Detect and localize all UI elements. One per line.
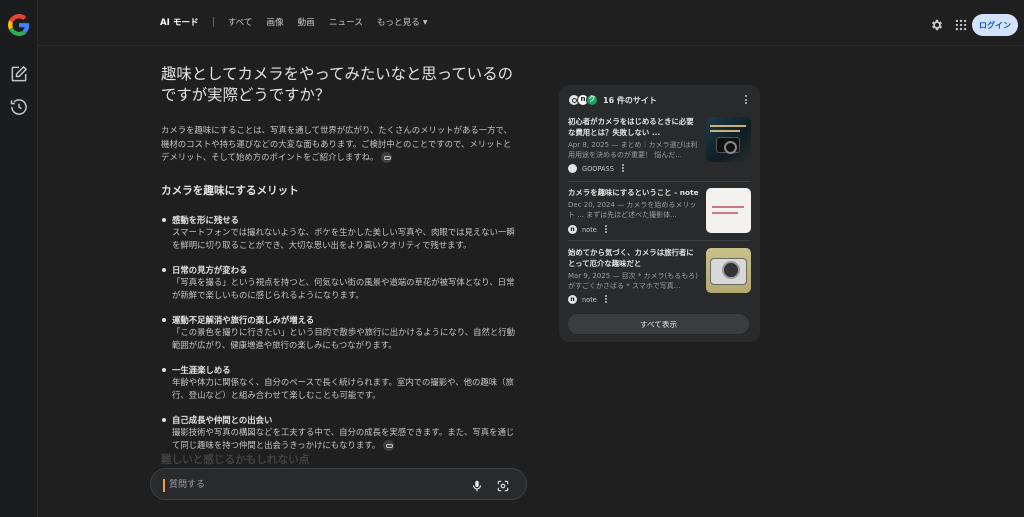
- tab-ai-mode[interactable]: AI モード: [160, 16, 199, 28]
- source-site: n note: [568, 295, 607, 304]
- merit-list: 感動を形に残せる スマートフォンでは撮れないような、ボケを生かした美しい写真や、…: [161, 214, 516, 453]
- source-title: 始めてから気づく、カメラは旅行者にとって厄介な趣味だと: [568, 248, 694, 268]
- ask-input[interactable]: [169, 477, 459, 493]
- left-rail: [0, 0, 38, 517]
- tab-news[interactable]: ニュース: [329, 16, 363, 28]
- source-card[interactable]: 始めてから気づく、カメラは旅行者にとって厄介な趣味だと Mar 9, 2025 …: [568, 247, 751, 309]
- tab-all[interactable]: すべて: [228, 16, 253, 28]
- tab-more[interactable]: もっと見る ▼: [377, 16, 428, 28]
- source-site: n note: [568, 225, 607, 234]
- merit-title: 感動を形に残せる: [172, 214, 239, 225]
- divider: [568, 181, 751, 182]
- ai-answer: 趣味としてカメラをやってみたいなと思っているのですが実際どうですか？ カメラを趣…: [161, 64, 516, 464]
- site-favicon-icon: ク: [586, 94, 598, 106]
- search-mode-tabs: AI モード すべて 画像 動画 ニュース もっと見る ▼: [160, 16, 441, 28]
- source-thumbnail: [706, 188, 751, 233]
- merit-title: 日常の見方が変わる: [172, 264, 248, 275]
- merit-body: スマートフォンでは撮れないような、ボケを生かした美しい写真や、肉眼では見えない一…: [172, 226, 515, 251]
- more-options-icon[interactable]: [604, 295, 607, 304]
- show-all-button[interactable]: すべて表示: [568, 314, 749, 334]
- source-title: 初心者がカメラをはじめるときに必要な費用とは？失敗しない ...: [568, 117, 694, 137]
- more-options-icon[interactable]: [604, 225, 607, 234]
- merit-body: 「写真を撮る」という視点を持つと、何気ない街の風景や道端の草花が被写体となり、日…: [172, 276, 515, 301]
- chevron-down-icon: ▼: [422, 18, 428, 26]
- merit-title: 自己成長や仲間との出会い: [172, 414, 273, 425]
- section-heading: カメラを趣味にするメリット: [161, 184, 299, 197]
- merit-body: 撮影技術や写真の構図などを工夫する中で、自分の成長を実感できます。また、写真を通…: [172, 426, 516, 453]
- source-title: カメラを趣味にするということ - note: [568, 188, 699, 197]
- source-thumbnail: [706, 117, 751, 162]
- source-text: 始めてから気づく、カメラは旅行者にとって厄介な趣味だと Mar 9, 2025 …: [568, 247, 700, 291]
- source-thumbnail: [706, 248, 751, 293]
- answer-intro-text: カメラを趣味にすることは、写真を通して世界が広がり、たくさんのメリットがある一方…: [161, 125, 512, 162]
- source-site-name: note: [582, 295, 597, 304]
- login-button[interactable]: ログイン: [972, 14, 1018, 36]
- top-bar: AI モード すべて 画像 動画 ニュース もっと見る ▼ ログイン: [38, 0, 1024, 46]
- answer-intro: カメラを趣味にすることは、写真を通して世界が広がり、たくさんのメリットがある一方…: [161, 124, 516, 165]
- source-text: 初心者がカメラをはじめるときに必要な費用とは？失敗しない ... Apr 8, …: [568, 116, 700, 160]
- tab-images[interactable]: 画像: [266, 16, 283, 28]
- text-cursor: [163, 479, 165, 492]
- google-logo-icon[interactable]: [8, 14, 30, 36]
- list-item: 感動を形に残せる スマートフォンでは撮れないような、ボケを生かした美しい写真や、…: [161, 214, 516, 253]
- source-snippet: Apr 8, 2025 — まとめ｜カメラ選びは利用用途を決めるのが重要！ 悩ん…: [568, 141, 698, 159]
- merit-body: 年齢や体力に関係なく、自分のペースで長く続けられます。室内での撮影や、他の趣味（…: [172, 376, 514, 401]
- link-icon[interactable]: [383, 440, 395, 451]
- tab-more-label: もっと見る: [376, 18, 420, 28]
- source-site-name: GOOPASS: [582, 164, 614, 173]
- divider: [568, 240, 751, 241]
- source-snippet: Dec 20, 2024 — カメラを始めるメリット ... まずは先ほど述べた…: [568, 201, 697, 219]
- settings-gear-icon[interactable]: [930, 17, 944, 31]
- note-favicon-icon: n: [568, 225, 577, 234]
- sources-header[interactable]: n ク 16 件のサイト: [568, 94, 657, 106]
- question-heading: 趣味としてカメラをやってみたいなと思っているのですが実際どうですか？: [161, 65, 513, 104]
- link-icon[interactable]: [381, 152, 393, 163]
- source-text: カメラを趣味にするということ - note Dec 20, 2024 — カメラ…: [568, 187, 700, 220]
- source-site: GOOPASS: [568, 164, 624, 173]
- list-item: 運動不足解消や旅行の楽しみが増える 「この景色を撮りに行きたい」という目的で散歩…: [161, 314, 516, 353]
- new-chat-icon[interactable]: [9, 64, 29, 84]
- apps-grid-icon[interactable]: [954, 17, 968, 31]
- tab-divider: [212, 17, 214, 27]
- faded-next-heading: 難しいと感じるかもしれない点: [161, 454, 310, 466]
- goopass-favicon-icon: [568, 164, 577, 173]
- list-item: 自己成長や仲間との出会い 撮影技術や写真の構図などを工夫する中で、自分の成長を実…: [161, 414, 516, 453]
- merit-title: 運動不足解消や旅行の楽しみが増える: [172, 314, 315, 325]
- merit-body-text: 撮影技術や写真の構図などを工夫する中で、自分の成長を実感できます。また、写真を通…: [172, 426, 515, 451]
- list-item: 日常の見方が変わる 「写真を撮る」という視点を持つと、何気ない街の風景や道端の草…: [161, 264, 516, 303]
- more-options-icon[interactable]: [621, 164, 624, 173]
- source-site-name: note: [582, 225, 597, 234]
- more-options-icon[interactable]: [745, 95, 748, 105]
- source-count: 16 件のサイト: [603, 95, 657, 105]
- merit-title: 一生涯楽しめる: [172, 364, 231, 375]
- ask-box[interactable]: [150, 468, 527, 500]
- sources-panel: n ク 16 件のサイト 初心者がカメラをはじめるときに必要な費用とは？失敗しな…: [559, 85, 760, 342]
- history-icon[interactable]: [9, 97, 29, 117]
- merit-body: 「この景色を撮りに行きたい」という目的で散歩や旅行に出かけるようになり、自然と行…: [172, 326, 516, 351]
- source-card[interactable]: 初心者がカメラをはじめるときに必要な費用とは？失敗しない ... Apr 8, …: [568, 116, 751, 178]
- microphone-icon[interactable]: [470, 478, 484, 492]
- note-favicon-icon: n: [568, 295, 577, 304]
- list-item: 一生涯楽しめる 年齢や体力に関係なく、自分のペースで長く続けられます。室内での撮…: [161, 364, 516, 403]
- camera-lens-icon[interactable]: [496, 478, 510, 492]
- tab-videos[interactable]: 動画: [298, 16, 315, 28]
- source-snippet: Mar 9, 2025 — 目次 * カメラ(もるもろ)がすごくかさばる * ス…: [568, 272, 699, 290]
